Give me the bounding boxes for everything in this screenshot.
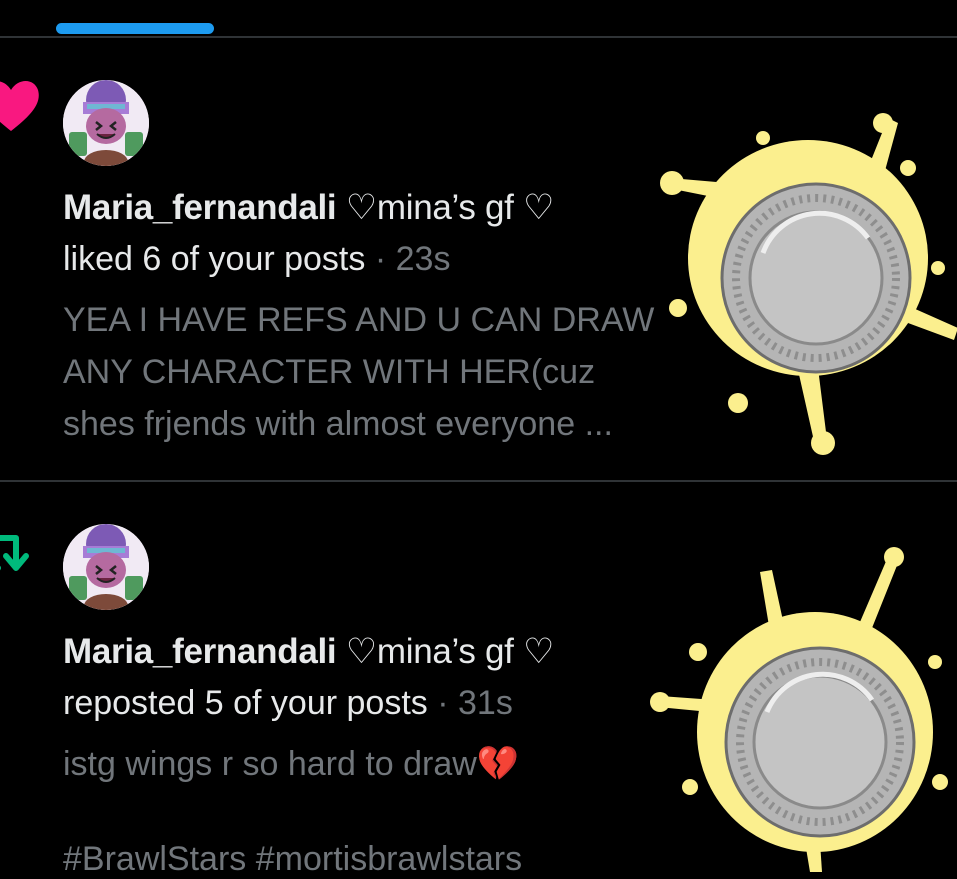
user-display-name[interactable]: Maria_fernandali <box>63 632 337 671</box>
user-name-suffix: ♡mina’s gf ♡ <box>345 632 555 671</box>
coin-splash-sticker <box>650 547 948 872</box>
notification-action-line: liked 6 of your posts · 23s <box>63 240 450 279</box>
action-text: reposted 5 of your posts <box>63 684 428 722</box>
post-line: YEA I HAVE REFS AND U CAN DRAW <box>63 301 655 339</box>
post-preview[interactable]: YEA I HAVE REFS AND U CAN DRAW ANY CHARA… <box>63 294 743 450</box>
post-line: istg wings r so hard to draw💔 <box>63 745 520 783</box>
notification-action-line: reposted 5 of your posts · 31s <box>63 684 513 723</box>
notification-repost[interactable]: Maria_fernandali ♡mina’s gf ♡ reposted 5… <box>0 482 957 878</box>
active-tab-indicator <box>56 23 214 34</box>
avatar[interactable] <box>63 80 149 166</box>
repost-icon <box>0 535 29 571</box>
post-hashtags[interactable]: #BrawlStars #mortisbrawlstars <box>63 840 522 879</box>
avatar[interactable] <box>63 524 149 610</box>
action-text: liked 6 of your posts <box>63 240 366 278</box>
coin-splash-sticker <box>660 113 957 455</box>
notification-like[interactable]: Maria_fernandali ♡mina’s gf ♡ liked 6 of… <box>0 38 957 480</box>
post-line: shes frjends with almost everyone ... <box>63 405 613 443</box>
separator: · <box>437 684 449 722</box>
post-line: ANY CHARACTER WITH HER(cuz <box>63 353 596 391</box>
timestamp: 23s <box>395 240 451 278</box>
separator: · <box>374 240 387 278</box>
timestamp: 31s <box>458 684 513 722</box>
user-name[interactable]: Maria_fernandali ♡mina’s gf ♡ <box>63 632 554 672</box>
user-display-name[interactable]: Maria_fernandali <box>63 188 337 227</box>
user-name[interactable]: Maria_fernandali ♡mina’s gf ♡ <box>63 188 554 228</box>
user-name-suffix: ♡mina’s gf ♡ <box>345 188 555 227</box>
post-preview[interactable]: istg wings r so hard to draw💔 <box>63 738 743 790</box>
heart-icon <box>0 81 39 131</box>
